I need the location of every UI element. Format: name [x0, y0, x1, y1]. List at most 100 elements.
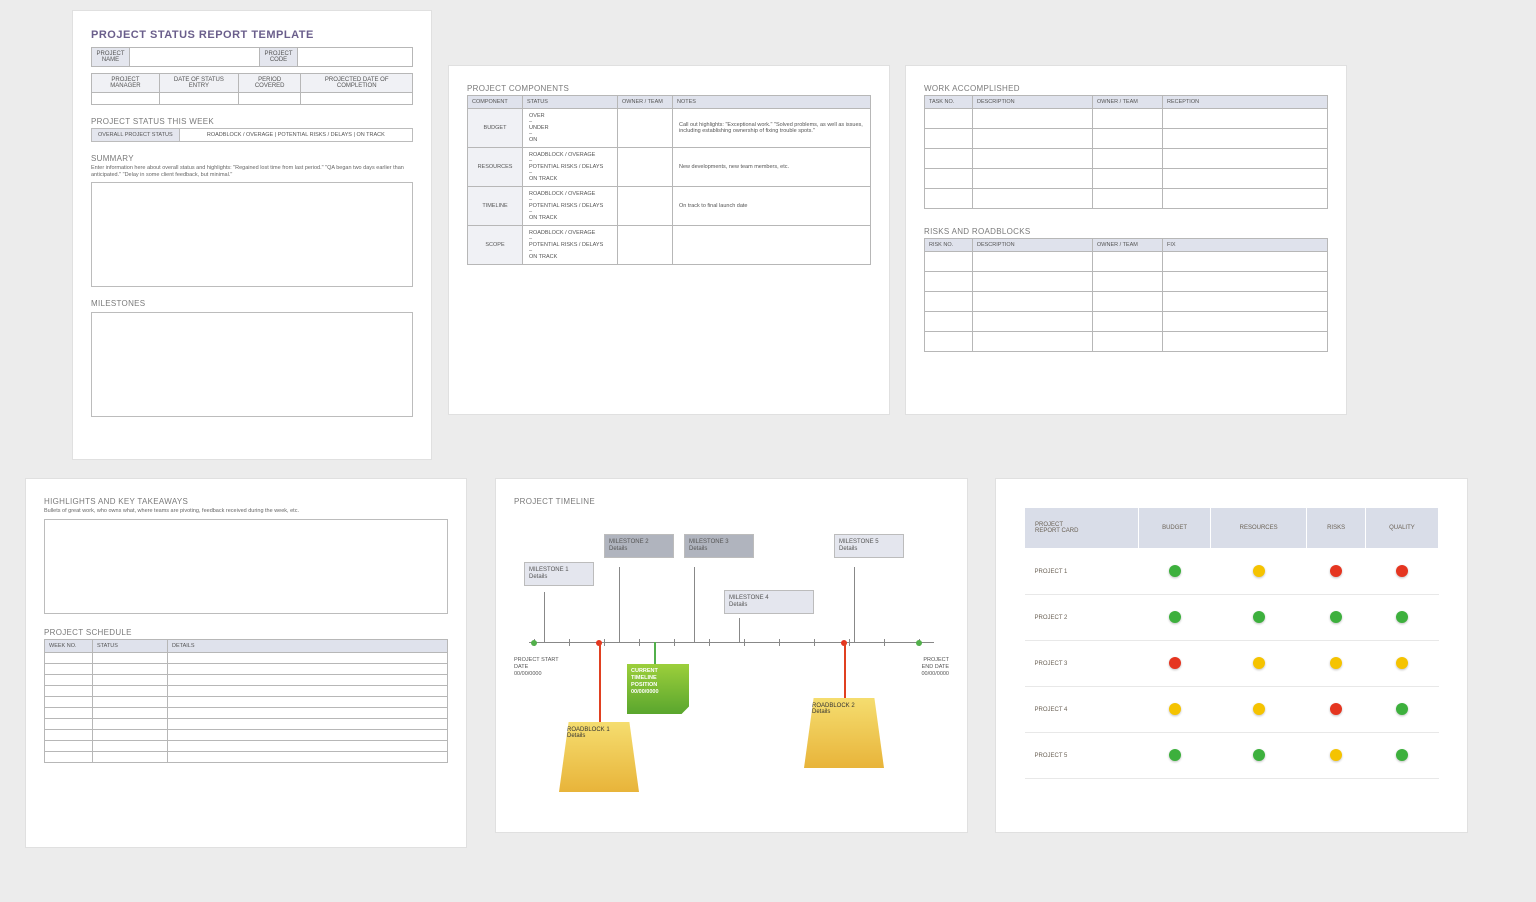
status-cell [1365, 733, 1438, 779]
work-title: WORK ACCOMPLISHED [924, 84, 1328, 93]
roadblock-2: ROADBLOCK 2 Details [804, 698, 884, 768]
status-cell [1365, 549, 1438, 595]
status-cell [1210, 687, 1306, 733]
highlights-hint: Bullets of great work, who owns what, wh… [44, 508, 448, 515]
label-projected: PROJECTED DATE OF COMPLETION [301, 74, 413, 93]
meta-table: PROJECT MANAGER DATE OF STATUS ENTRY PER… [91, 73, 413, 105]
risks-table: RISK NO. DESCRIPTION OWNER / TEAM FIX [924, 238, 1328, 352]
highlights-box[interactable] [44, 519, 448, 614]
status-dot [1396, 611, 1408, 623]
table-row: PROJECT 1 [1025, 549, 1439, 595]
page-title: PROJECT STATUS REPORT TEMPLATE [91, 29, 413, 41]
cell-project-code[interactable] [298, 48, 413, 67]
label-manager: PROJECT MANAGER [92, 74, 160, 93]
status-cell [1210, 595, 1306, 641]
status-dot [1169, 657, 1181, 669]
status-week-title: PROJECT STATUS THIS WEEK [91, 117, 413, 126]
status-cell [1365, 687, 1438, 733]
table-row: PROJECT 3 [1025, 641, 1439, 687]
summary-title: SUMMARY [91, 154, 413, 163]
highlights-title: HIGHLIGHTS AND KEY TAKEAWAYS [44, 497, 448, 506]
milestone-4: MILESTONE 4 Details [724, 590, 814, 614]
status-dot [1396, 703, 1408, 715]
status-cell [1307, 733, 1366, 779]
row-budget: BUDGET OVER – UNDER – ON Call out highli… [468, 109, 871, 148]
status-label: OVERALL PROJECT STATUS [92, 129, 180, 141]
status-dot [1396, 657, 1408, 669]
table-row: PROJECT 4 [1025, 687, 1439, 733]
milestone-1: MILESTONE 1 Details [524, 562, 594, 586]
status-dot [1253, 565, 1265, 577]
project-name: PROJECT 4 [1025, 687, 1139, 733]
status-cell [1365, 595, 1438, 641]
status-dot [1253, 611, 1265, 623]
project-name: PROJECT 2 [1025, 595, 1139, 641]
status-dot [1396, 565, 1408, 577]
status-cell [1210, 733, 1306, 779]
schedule-table: WEEK NO. STATUS DETAILS [44, 639, 448, 763]
end-dot [916, 640, 922, 646]
row-resources: RESOURCES ROADBLOCK / OVERAGE – POTENTIA… [468, 148, 871, 187]
summary-box[interactable] [91, 182, 413, 287]
milestone-5: MILESTONE 5 Details [834, 534, 904, 558]
roadblock-1: ROADBLOCK 1 Details [559, 722, 639, 792]
project-info-table: PROJECT NAME PROJECT CODE [91, 47, 413, 67]
label-project-name: PROJECT NAME [92, 48, 130, 67]
report-card-page: PROJECT REPORT CARD BUDGET RESOURCES RIS… [995, 478, 1468, 833]
status-dot [1169, 749, 1181, 761]
end-label: PROJECT END DATE 00/00/0000 [921, 657, 949, 678]
status-dot [1169, 611, 1181, 623]
milestone-2: MILESTONE 2 Details [604, 534, 674, 558]
milestones-title: MILESTONES [91, 299, 413, 308]
status-cell [1307, 595, 1366, 641]
row-scope: SCOPE ROADBLOCK / OVERAGE – POTENTIAL RI… [468, 226, 871, 265]
project-name: PROJECT 5 [1025, 733, 1139, 779]
milestones-box[interactable] [91, 312, 413, 417]
table-row: PROJECT 5 [1025, 733, 1439, 779]
status-dot [1253, 657, 1265, 669]
row-timeline: TIMELINE ROADBLOCK / OVERAGE – POTENTIAL… [468, 187, 871, 226]
status-dot [1330, 657, 1342, 669]
axis [529, 642, 934, 643]
status-dot [1169, 565, 1181, 577]
project-name: PROJECT 3 [1025, 641, 1139, 687]
status-cell [1139, 733, 1211, 779]
timeline-page: PROJECT TIMELINE MILESTONE 1 Details MIL… [495, 478, 968, 833]
timeline-diagram: MILESTONE 1 Details MILESTONE 2 Details … [514, 512, 949, 802]
status-cell [1307, 641, 1366, 687]
start-label: PROJECT START DATE 00/00/0000 [514, 657, 559, 678]
status-cell [1210, 641, 1306, 687]
summary-hint: Enter information here about overall sta… [91, 165, 413, 178]
work-risks-page: WORK ACCOMPLISHED TASK NO. DESCRIPTION O… [905, 65, 1347, 415]
report-card-table: PROJECT REPORT CARD BUDGET RESOURCES RIS… [1024, 507, 1439, 779]
label-date: DATE OF STATUS ENTRY [159, 74, 238, 93]
status-dot [1396, 749, 1408, 761]
status-cell [1307, 549, 1366, 595]
cell-project-name[interactable] [130, 48, 260, 67]
work-table: TASK NO. DESCRIPTION OWNER / TEAM RECEPT… [924, 95, 1328, 209]
schedule-title: PROJECT SCHEDULE [44, 628, 448, 637]
status-cell [1210, 549, 1306, 595]
milestone-3: MILESTONE 3 Details [684, 534, 754, 558]
components-table: COMPONENT STATUS OWNER / TEAM NOTES BUDG… [467, 95, 871, 265]
status-dot [1253, 703, 1265, 715]
start-dot [531, 640, 537, 646]
status-report-page: PROJECT STATUS REPORT TEMPLATE PROJECT N… [72, 10, 432, 460]
status-row: OVERALL PROJECT STATUS ROADBLOCK / OVERA… [91, 128, 413, 142]
risks-title: RISKS AND ROADBLOCKS [924, 227, 1328, 236]
status-dot [1330, 749, 1342, 761]
status-dot [1330, 565, 1342, 577]
status-dot [1330, 611, 1342, 623]
project-name: PROJECT 1 [1025, 549, 1139, 595]
status-cell [1365, 641, 1438, 687]
status-cell [1139, 687, 1211, 733]
status-cell [1307, 687, 1366, 733]
current-position: CURRENT TIMELINE POSITION 00/00/0000 [627, 664, 689, 714]
status-dot [1253, 749, 1265, 761]
table-row: PROJECT 2 [1025, 595, 1439, 641]
label-period: PERIOD COVERED [238, 74, 300, 93]
timeline-title: PROJECT TIMELINE [514, 497, 949, 506]
status-dot [1330, 703, 1342, 715]
components-title: PROJECT COMPONENTS [467, 84, 871, 93]
status-dot [1169, 703, 1181, 715]
